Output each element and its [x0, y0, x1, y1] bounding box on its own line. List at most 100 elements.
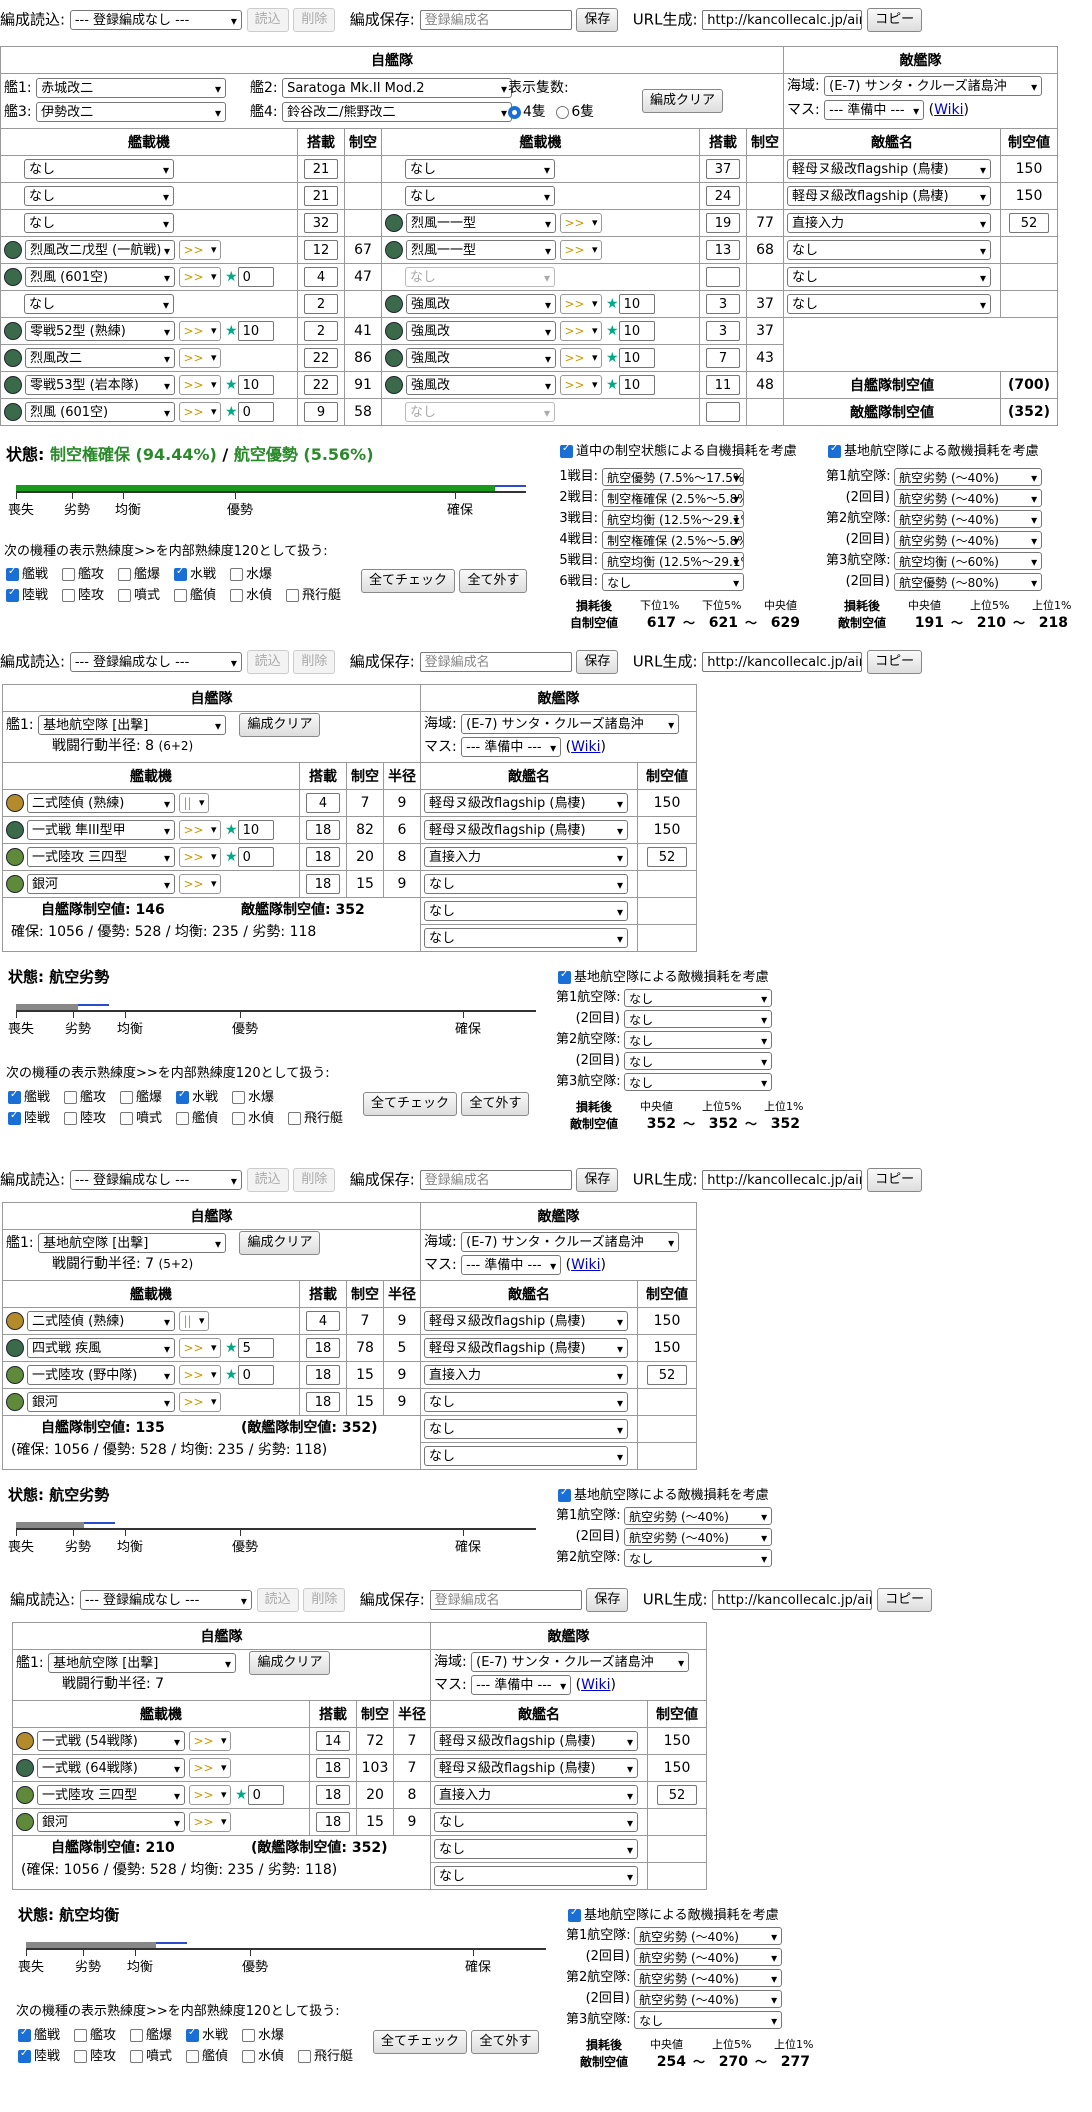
- load-select[interactable]: --- 登録編成なし ---: [69, 10, 242, 30]
- save-name-input[interactable]: 登録編成名: [419, 1170, 572, 1190]
- proficiency-select[interactable]: >>: [189, 1758, 231, 1778]
- cell-select[interactable]: --- 準備中 ---: [461, 1255, 562, 1275]
- proficiency-select[interactable]: >>: [179, 402, 221, 422]
- load-select[interactable]: --- 登録編成なし ---: [79, 1590, 252, 1610]
- equip-select[interactable]: 強風改: [406, 348, 556, 368]
- slot-input[interactable]: 18: [316, 1812, 350, 1832]
- equip-select[interactable]: なし: [24, 186, 174, 206]
- type-check[interactable]: 飛行艇: [286, 584, 341, 603]
- type-check[interactable]: 水戦: [174, 563, 216, 582]
- checkbox[interactable]: [288, 1112, 301, 1125]
- type-check[interactable]: 飛行艇: [288, 1107, 343, 1126]
- clear-button[interactable]: 編成クリア: [239, 1231, 321, 1255]
- delete-button[interactable]: 削除: [293, 8, 336, 32]
- checkbox[interactable]: [230, 568, 243, 581]
- slot-input[interactable]: 22: [304, 348, 338, 368]
- slot-input[interactable]: 18: [316, 1785, 350, 1805]
- checkbox[interactable]: [6, 566, 19, 581]
- list-row-select[interactable]: なし: [624, 988, 773, 1007]
- wiki-link[interactable]: Wiki: [934, 102, 963, 118]
- load-select[interactable]: --- 登録編成なし ---: [69, 652, 242, 672]
- enemy-select[interactable]: 軽母ヌ級改flagship (鳥棲): [424, 1311, 628, 1331]
- slot-input[interactable]: 37: [706, 159, 740, 179]
- enemy-select[interactable]: なし: [424, 928, 628, 948]
- checkbox[interactable]: [176, 1089, 189, 1104]
- check-all-button[interactable]: 全てチェック: [361, 569, 456, 593]
- proficiency-select[interactable]: ||: [179, 1311, 209, 1331]
- sea-select[interactable]: (E-7) サンタ・クルーズ諸島沖: [461, 1232, 680, 1252]
- enemy-select[interactable]: 直接入力: [424, 847, 628, 867]
- proficiency-select[interactable]: >>: [179, 820, 221, 840]
- checkbox[interactable]: [230, 589, 243, 602]
- save-name-input[interactable]: 登録編成名: [419, 652, 572, 672]
- slot-input[interactable]: 18: [306, 874, 340, 894]
- type-check[interactable]: 艦爆: [120, 1086, 162, 1105]
- improvement-input[interactable]: 10: [237, 375, 274, 395]
- equip-select[interactable]: 一式陸攻 三四型: [27, 847, 175, 867]
- checkbox[interactable]: [130, 2029, 143, 2042]
- proficiency-select[interactable]: >>: [189, 1812, 231, 1832]
- list-row-select[interactable]: なし: [634, 2010, 783, 2029]
- base-select[interactable]: 基地航空隊 [出撃]: [38, 715, 227, 735]
- list-row-select[interactable]: 航空劣勢 (〜40%): [894, 467, 1043, 486]
- improvement-input[interactable]: 10: [237, 820, 274, 840]
- sea-select[interactable]: (E-7) サンタ・クルーズ諸島沖: [461, 714, 680, 734]
- route-check[interactable]: [560, 443, 573, 458]
- enemy-air-input[interactable]: 52: [647, 847, 687, 867]
- equip-select[interactable]: 烈風一一型: [406, 240, 556, 260]
- uncheck-all-button[interactable]: 全て外す: [459, 569, 528, 593]
- type-check[interactable]: 水偵: [232, 1107, 274, 1126]
- type-check[interactable]: 艦爆: [118, 563, 160, 582]
- list-row-select[interactable]: 航空均衡 (〜60%): [894, 551, 1043, 570]
- checkbox[interactable]: [118, 589, 131, 602]
- equip-select[interactable]: 烈風 (601空): [25, 402, 175, 422]
- slot-input[interactable]: 9: [304, 402, 338, 422]
- equip-select[interactable]: 零戦53型 (岩本隊): [25, 375, 175, 395]
- equip-select[interactable]: なし: [405, 159, 555, 179]
- equip-select[interactable]: 強風改: [406, 294, 556, 314]
- type-check[interactable]: 陸戦: [6, 584, 48, 603]
- improvement-input[interactable]: 10: [618, 348, 655, 368]
- wiki-link[interactable]: Wiki: [571, 1257, 600, 1273]
- cell-select[interactable]: --- 準備中 ---: [461, 737, 562, 757]
- type-check[interactable]: 水偵: [242, 2045, 284, 2064]
- checkbox[interactable]: [176, 1112, 189, 1125]
- equip-select[interactable]: 二式陸偵 (熟練): [27, 1311, 175, 1331]
- slot-input[interactable]: 18: [306, 1365, 340, 1385]
- proficiency-select[interactable]: >>: [560, 375, 602, 395]
- proficiency-select[interactable]: >>: [560, 294, 602, 314]
- sea-select[interactable]: (E-7) サンタ・クルーズ諸島沖: [824, 76, 1043, 96]
- enemy-select[interactable]: 軽母ヌ級改flagship (鳥棲): [434, 1758, 638, 1778]
- proficiency-select[interactable]: ||: [179, 793, 209, 813]
- equip-select[interactable]: 銀河: [37, 1812, 185, 1832]
- list-row-select[interactable]: 航空劣勢 (〜40%): [894, 530, 1043, 549]
- checkbox[interactable]: [286, 589, 299, 602]
- count4-radio[interactable]: [508, 105, 521, 119]
- proficiency-select[interactable]: >>: [179, 321, 221, 341]
- equip-select[interactable]: 四式戦 疾風: [27, 1338, 175, 1358]
- improvement-input[interactable]: 0: [237, 402, 274, 422]
- copy-button[interactable]: コピー: [867, 1168, 923, 1192]
- slot-input[interactable]: 18: [316, 1758, 350, 1778]
- read-button[interactable]: 読込: [256, 1588, 299, 1612]
- slot-input[interactable]: 22: [304, 375, 338, 395]
- list-row-select[interactable]: 航空劣勢 (〜40%): [894, 488, 1043, 507]
- enemy-select[interactable]: なし: [424, 1446, 628, 1466]
- enemy-select[interactable]: なし: [787, 267, 991, 287]
- slot-input[interactable]: [706, 267, 740, 287]
- type-check[interactable]: 陸戦: [18, 2045, 60, 2064]
- copy-button[interactable]: コピー: [877, 1588, 933, 1612]
- equip-select[interactable]: なし: [24, 294, 174, 314]
- equip-select[interactable]: 一式戦 (54戦隊): [37, 1731, 185, 1751]
- improvement-input[interactable]: 0: [237, 1365, 274, 1385]
- slot-input[interactable]: 18: [306, 1392, 340, 1412]
- enemy-select[interactable]: 軽母ヌ級改flagship (鳥棲): [424, 820, 628, 840]
- proficiency-select[interactable]: >>: [179, 1365, 221, 1385]
- proficiency-select[interactable]: >>: [560, 240, 602, 260]
- type-check[interactable]: 水爆: [232, 1086, 274, 1105]
- type-check[interactable]: 水爆: [242, 2024, 284, 2043]
- equip-select[interactable]: なし: [24, 159, 174, 179]
- type-check[interactable]: 艦攻: [62, 563, 104, 582]
- ship4-select[interactable]: 鈴谷改二/熊野改二: [282, 102, 513, 122]
- enemy-air-input[interactable]: 52: [657, 1785, 697, 1805]
